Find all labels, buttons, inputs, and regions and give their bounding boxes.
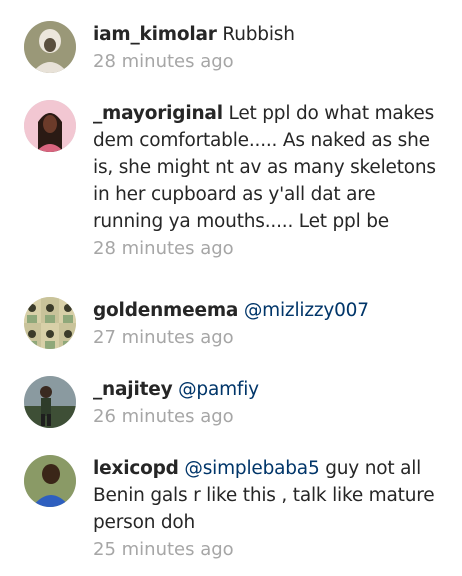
comment-text: _najitey @pamfiy	[93, 376, 443, 403]
comment-text: goldenmeema @mizlizzy007	[93, 297, 443, 324]
avatar[interactable]	[24, 455, 76, 507]
avatar[interactable]	[24, 376, 76, 428]
avatar[interactable]	[24, 100, 76, 152]
comment-body: Rubbish	[216, 24, 295, 45]
comment-timestamp: 28 minutes ago	[93, 238, 234, 259]
avatar[interactable]	[24, 297, 76, 349]
user-photo-icon	[24, 376, 76, 428]
user-photo-collage-icon	[24, 297, 76, 349]
comment-timestamp: 28 minutes ago	[93, 51, 234, 72]
comment-text: _mayoriginal Let ppl do what makes dem c…	[93, 100, 443, 235]
comment-mention[interactable]: @simplebaba5	[179, 458, 319, 479]
user-photo-icon	[24, 21, 76, 73]
comment-username[interactable]: iam_kimolar	[93, 24, 217, 45]
comment-text: lexicopd @simplebaba5 guy not all Benin …	[93, 455, 443, 536]
comment-username[interactable]: goldenmeema	[93, 300, 238, 321]
comment-text: iam_kimolar Rubbish	[93, 21, 443, 48]
comment-mention[interactable]: @mizlizzy007	[238, 300, 369, 321]
comment-timestamp: 27 minutes ago	[93, 327, 234, 348]
avatar[interactable]	[24, 21, 76, 73]
user-photo-icon	[24, 100, 76, 152]
comment-timestamp: 25 minutes ago	[93, 539, 234, 560]
comment-mention[interactable]: @pamfiy	[172, 379, 259, 400]
comment-timestamp: 26 minutes ago	[93, 406, 234, 427]
comment-username[interactable]: lexicopd	[93, 458, 179, 479]
comment-username[interactable]: _najitey	[93, 379, 173, 400]
comment-username[interactable]: _mayoriginal	[93, 103, 223, 124]
user-photo-icon	[24, 455, 76, 507]
